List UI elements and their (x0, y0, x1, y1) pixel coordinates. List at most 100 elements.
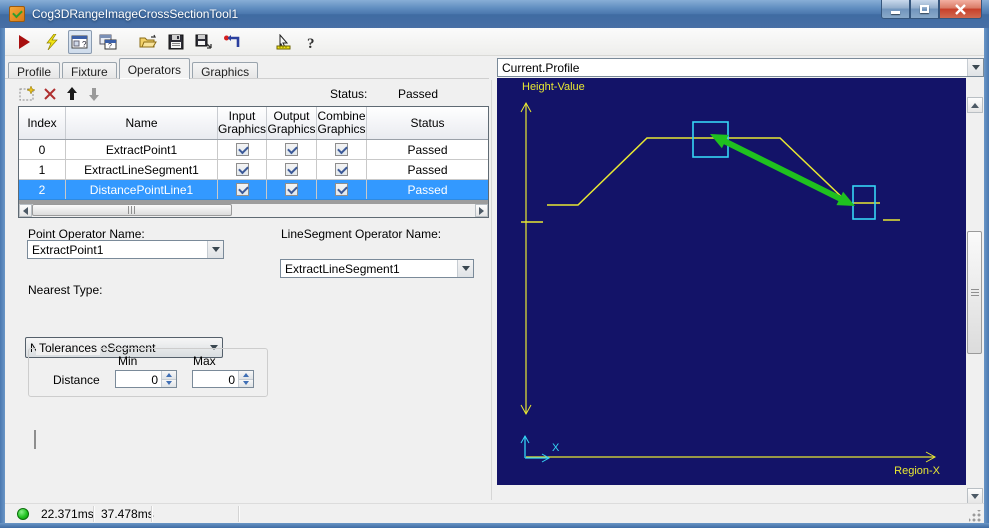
column-header-output[interactable]: Output Graphics (267, 107, 317, 139)
move-down-icon (89, 88, 99, 101)
spin-down-button[interactable] (162, 379, 176, 387)
tab-fixture[interactable]: Fixture (62, 62, 117, 79)
pointer-tool-button[interactable] (272, 30, 296, 54)
save-as-icon (195, 34, 212, 49)
close-button[interactable] (939, 0, 982, 19)
scrollbar-thumb[interactable] (967, 231, 982, 354)
close-icon (955, 3, 966, 15)
open-file-button[interactable] (136, 30, 160, 54)
lightning-icon (46, 33, 58, 50)
input-graphics-checkbox[interactable] (235, 163, 249, 176)
cell-combine-graphics (317, 140, 367, 159)
spin-up-button[interactable] (239, 371, 253, 380)
linesegment-operator-combobox[interactable]: ExtractLineSegment1 (280, 259, 474, 278)
panel-separator (491, 80, 492, 500)
column-header-index[interactable]: Index (19, 107, 66, 139)
distance-max-value[interactable]: 0 (193, 371, 238, 387)
cell-name: ExtractLineSegment1 (66, 160, 218, 179)
cell-status: Passed (407, 182, 448, 197)
tab-operators[interactable]: Operators (118, 58, 191, 79)
tab-strip: Profile Fixture Operators Graphics (8, 58, 260, 79)
show-tool-display-button[interactable]: ? (68, 29, 92, 54)
resize-grip[interactable] (969, 510, 981, 522)
tab-graphics[interactable]: Graphics (192, 62, 259, 79)
minimize-button[interactable] (881, 0, 910, 19)
save-icon (168, 34, 184, 49)
chevron-down-icon[interactable] (207, 241, 223, 258)
output-graphics-checkbox[interactable] (285, 183, 298, 196)
cell-output-graphics (267, 140, 317, 159)
cell-output-graphics (267, 180, 317, 199)
operators-table: Index Name Input Graphics Output Graphic… (18, 106, 489, 218)
total-time: 37.478ms (101, 507, 154, 521)
scroll-right-button[interactable] (475, 204, 488, 217)
save-button[interactable] (164, 30, 188, 54)
table-header-row: Index Name Input Graphics Output Graphic… (19, 107, 488, 140)
window-border-bottom (0, 523, 989, 528)
distance-max-spinner[interactable]: 0 (192, 370, 254, 388)
delete-operator-button[interactable] (43, 87, 57, 106)
combine-graphics-checkbox[interactable] (335, 163, 348, 176)
table-row[interactable]: 1 ExtractLineSegment1 Passed (19, 160, 488, 180)
run-button[interactable] (12, 30, 36, 54)
minimize-icon (891, 10, 900, 14)
distance-min-spinner[interactable]: 0 (115, 370, 177, 388)
distance-checkbox[interactable] (34, 430, 36, 449)
scroll-left-button[interactable] (19, 204, 32, 217)
distance-min-value[interactable]: 0 (116, 371, 161, 387)
reset-button[interactable] (220, 30, 244, 54)
combine-graphics-checkbox[interactable] (335, 143, 348, 156)
column-header-combine[interactable]: Combine Graphics (317, 107, 367, 139)
move-down-button[interactable] (87, 86, 101, 107)
title-bar[interactable]: Cog3DRangeImageCrossSectionTool1 (0, 0, 989, 28)
table-row[interactable]: 0 ExtractPoint1 Passed (19, 140, 488, 160)
distance-arrow-shaft[interactable] (719, 136, 846, 204)
tab-profile[interactable]: Profile (8, 62, 61, 79)
input-graphics-checkbox[interactable] (235, 143, 249, 156)
chevron-down-icon[interactable] (967, 59, 983, 76)
min-label: Min (118, 354, 138, 368)
linesegment-operator-label: LineSegment Operator Name: (281, 227, 442, 241)
open-folder-icon (139, 34, 157, 47)
scrollbar-thumb[interactable] (32, 204, 232, 216)
reset-icon (224, 34, 240, 47)
plot-vertical-scrollbar[interactable] (967, 97, 984, 504)
cell-index: 1 (19, 160, 66, 179)
column-header-input[interactable]: Input Graphics (218, 107, 267, 139)
output-graphics-checkbox[interactable] (285, 143, 298, 156)
input-graphics-checkbox[interactable] (235, 183, 249, 196)
run-status-light (17, 508, 29, 520)
output-graphics-checkbox[interactable] (285, 163, 298, 176)
profile-plot[interactable]: Height-Value Region-X X (497, 78, 966, 485)
save-as-button[interactable] (192, 30, 216, 54)
scroll-up-button[interactable] (967, 97, 983, 113)
combine-graphics-checkbox[interactable] (335, 183, 348, 196)
linesegment-operator-value: ExtractLineSegment1 (285, 261, 400, 276)
display-source-combobox[interactable]: Current.Profile (497, 58, 984, 77)
y-axis-label: Height-Value (522, 81, 585, 93)
trigger-button[interactable] (40, 30, 64, 54)
table-horizontal-scrollbar[interactable] (19, 204, 488, 217)
add-operator-button[interactable] (19, 85, 36, 107)
maximize-button[interactable] (910, 0, 939, 19)
x-axis-label: Region-X (894, 465, 940, 477)
status-value: Passed (398, 87, 439, 101)
cell-name: DistancePointLine1 (66, 180, 218, 199)
display-source-value: Current.Profile (502, 60, 580, 75)
tool-window: Cog3DRangeImageCrossSectionTool1 ? ? ? P… (0, 0, 989, 528)
tool-display-icon: ? (71, 35, 88, 49)
chevron-down-icon[interactable] (457, 260, 473, 277)
spin-down-button[interactable] (239, 379, 253, 387)
help-button[interactable]: ? (300, 30, 324, 54)
table-row-selected[interactable]: 2 DistancePointLine1 Passed (19, 180, 488, 200)
spin-up-button[interactable] (162, 371, 176, 380)
move-up-button[interactable] (65, 86, 79, 107)
scroll-down-button[interactable] (967, 488, 983, 504)
float-display-button[interactable]: ? (96, 30, 120, 54)
column-header-status[interactable]: Status (367, 107, 488, 139)
point-operator-combobox[interactable]: ExtractPoint1 (27, 240, 224, 259)
column-header-name[interactable]: Name (66, 107, 218, 139)
float-display-icon: ? (99, 34, 117, 50)
nearest-type-label: Nearest Type: (28, 283, 103, 297)
scroll-down-icon (971, 493, 979, 499)
